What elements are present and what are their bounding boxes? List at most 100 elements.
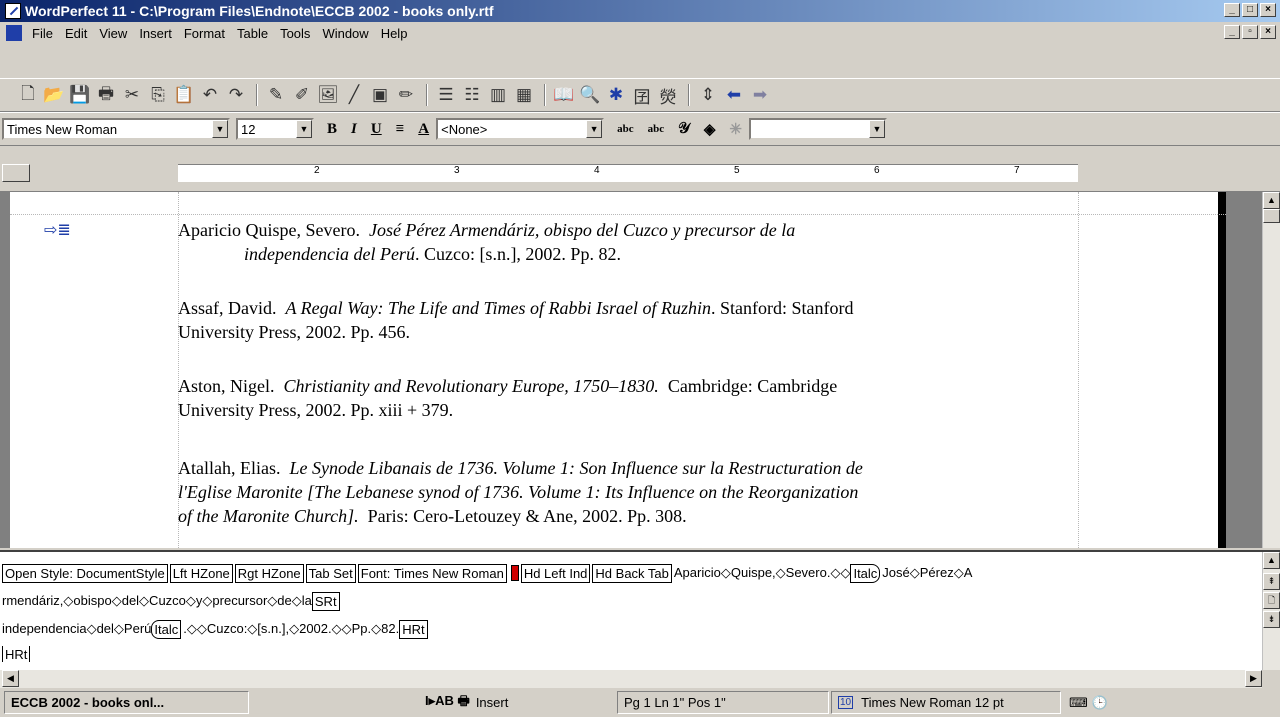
chart-icon[interactable]: 𝒴 — [678, 120, 690, 138]
clipart-icon[interactable]: 🖼 — [316, 83, 340, 107]
underline-button[interactable]: U — [371, 121, 382, 138]
scroll-right-button[interactable]: ▶ — [1245, 670, 1262, 687]
code-lft-hzone[interactable]: Lft HZone — [169, 563, 233, 583]
menu-edit[interactable]: Edit — [59, 26, 93, 41]
code-hd-left-ind[interactable]: Hd Left Ind — [520, 563, 591, 583]
code-tab-set[interactable]: Tab Set — [305, 563, 356, 583]
undo-icon[interactable]: ↶ — [198, 83, 222, 107]
prev-page-icon[interactable]: ⇞ — [1263, 573, 1280, 590]
line-icon[interactable]: ╱ — [342, 83, 366, 107]
open-icon[interactable]: 📂 — [42, 83, 66, 107]
redo-icon[interactable]: ↷ — [224, 83, 248, 107]
style-combo[interactable]: <None> ▼ — [436, 118, 605, 140]
justification-icon[interactable]: ≡ — [396, 121, 405, 138]
textbox-icon[interactable]: ▣ — [368, 83, 392, 107]
abc-left-icon[interactable]: abc — [617, 123, 634, 135]
back-arrow-icon[interactable]: ⬅ — [722, 83, 746, 107]
code-hd-back-tab[interactable]: Hd Back Tab — [592, 563, 672, 583]
star-icon[interactable]: ✱ — [604, 83, 628, 107]
status-font-pane[interactable]: 10 Times New Roman 12 pt — [831, 691, 1061, 714]
scroll-left-button[interactable]: ◀ — [2, 670, 19, 687]
document-scrollbar[interactable]: ▲ — [1262, 192, 1280, 548]
bib-entry[interactable]: Assaf, David. A Regal Way: The Life and … — [178, 296, 1078, 344]
menu-insert[interactable]: Insert — [133, 26, 178, 41]
font-face-combo[interactable]: Times New Roman ▼ — [2, 118, 230, 140]
keyboard-icon[interactable]: ⌨ — [1069, 695, 1088, 711]
code-open-style[interactable]: Open Style: DocumentStyle — [2, 563, 168, 583]
ruler-strip[interactable]: 2 3 4 5 6 7 — [178, 164, 1078, 182]
updown-icon[interactable]: ⇕ — [696, 83, 720, 107]
document-icon[interactable] — [6, 25, 22, 41]
clock-icon[interactable]: 🕒 — [1092, 695, 1108, 711]
code-hrt[interactable]: HRt — [2, 646, 31, 662]
highlight-icon[interactable]: ✎ — [264, 83, 288, 107]
code-italc-off[interactable]: Italc — [151, 619, 182, 639]
close-button[interactable]: × — [1260, 3, 1276, 17]
menu-window[interactable]: Window — [316, 26, 374, 41]
font-attribute-icon[interactable]: A — [418, 121, 429, 138]
cut-icon[interactable]: ✂ — [120, 83, 144, 107]
menu-format[interactable]: Format — [178, 26, 231, 41]
status-document-name[interactable]: ECCB 2002 - books onl... — [4, 691, 249, 714]
fill-icon[interactable]: ◈ — [704, 120, 716, 139]
maximize-button[interactable]: □ — [1242, 3, 1258, 17]
wordperfect-app-icon[interactable] — [5, 3, 21, 19]
menu-view[interactable]: View — [93, 26, 133, 41]
doc-restore-button[interactable]: ▫ — [1242, 25, 1258, 39]
blank-combo[interactable]: ▼ — [749, 118, 887, 140]
page-icon[interactable]: 🗋 — [1263, 592, 1280, 609]
bullets-icon[interactable]: ☷ — [460, 83, 484, 107]
shadow-icon[interactable]: ✳ — [729, 120, 742, 139]
document-area[interactable]: ⇨≣ Aparicio Quispe, Severo. José Pérez A… — [0, 192, 1280, 548]
code-srt[interactable]: SRt — [311, 591, 340, 611]
bib-entry[interactable]: Aparicio Quispe, Severo. José Pérez Arme… — [178, 218, 1078, 266]
scroll-up-button[interactable]: ▲ — [1263, 552, 1280, 569]
font-size-combo[interactable]: 12 ▼ — [236, 118, 314, 140]
zoom-icon[interactable]: 🔍 — [578, 83, 602, 107]
status-mode-pane[interactable]: I▸AB 🖶 Insert — [419, 691, 579, 714]
menu-file[interactable]: File — [26, 26, 59, 41]
ruler-corner-button[interactable] — [2, 164, 30, 182]
book-icon[interactable]: 📖 — [552, 83, 576, 107]
forward-arrow-icon[interactable]: ➡ — [748, 83, 772, 107]
doc-minimize-button[interactable]: _ — [1224, 25, 1240, 39]
code-font[interactable]: Font: Times New Roman — [357, 563, 507, 583]
new-icon[interactable]: 🗋 — [16, 83, 40, 107]
chevron-down-icon[interactable]: ▼ — [212, 120, 228, 138]
horizontal-scrollbar[interactable]: ◀ ▶ — [0, 670, 1262, 688]
table-icon[interactable]: ▦ — [512, 83, 536, 107]
document-page[interactable]: ⇨≣ Aparicio Quispe, Severo. José Pérez A… — [10, 192, 1226, 548]
doc-close-button[interactable]: × — [1260, 25, 1276, 39]
chinese-dict-icon[interactable]: 囝 — [630, 83, 654, 107]
print-icon[interactable]: 🖶 — [94, 83, 118, 107]
status-position[interactable]: Pg 1 Ln 1" Pos 1" — [617, 691, 829, 714]
bold-button[interactable]: B — [327, 121, 337, 138]
chinese-thesaurus-icon[interactable]: 熒 — [656, 83, 680, 107]
bib-entry[interactable]: Atallah, Elias. Le Synode Libanais de 17… — [178, 456, 1078, 528]
menu-table[interactable]: Table — [231, 26, 274, 41]
menu-help[interactable]: Help — [375, 26, 414, 41]
reveal-codes-pane[interactable]: Open Style: DocumentStyle Lft HZone Rgt … — [0, 550, 1280, 670]
paste-icon[interactable]: 📋 — [172, 83, 196, 107]
chevron-down-icon[interactable]: ▼ — [586, 120, 603, 138]
draw-icon[interactable]: ✏ — [394, 83, 418, 107]
chevron-down-icon[interactable]: ▼ — [869, 120, 885, 138]
scroll-up-button[interactable]: ▲ — [1263, 192, 1280, 209]
italic-button[interactable]: I — [351, 121, 357, 138]
paragraph-marker-icon[interactable]: ⇨≣ — [44, 220, 71, 240]
columns-icon[interactable]: ▥ — [486, 83, 510, 107]
next-page-icon[interactable]: ⇟ — [1263, 611, 1280, 628]
reveal-scrollbar[interactable]: ▲ ⇞ 🗋 ⇟ — [1262, 552, 1280, 670]
save-icon[interactable]: 💾 — [68, 83, 92, 107]
ruler[interactable]: 2 3 4 5 6 7 — [0, 147, 1280, 192]
code-italc-on[interactable]: Italc — [850, 563, 881, 583]
menu-tools[interactable]: Tools — [274, 26, 316, 41]
minimize-button[interactable]: _ — [1224, 3, 1240, 17]
code-hrt[interactable]: HRt — [399, 619, 428, 639]
abc-right-icon[interactable]: abc — [648, 123, 665, 135]
chevron-down-icon[interactable]: ▼ — [296, 120, 312, 138]
copy-icon[interactable]: ⎘ — [146, 83, 170, 107]
bib-entry[interactable]: Aston, Nigel. Christianity and Revolutio… — [178, 374, 1078, 422]
scroll-thumb[interactable] — [1263, 209, 1280, 223]
pen-icon[interactable]: ✐ — [290, 83, 314, 107]
